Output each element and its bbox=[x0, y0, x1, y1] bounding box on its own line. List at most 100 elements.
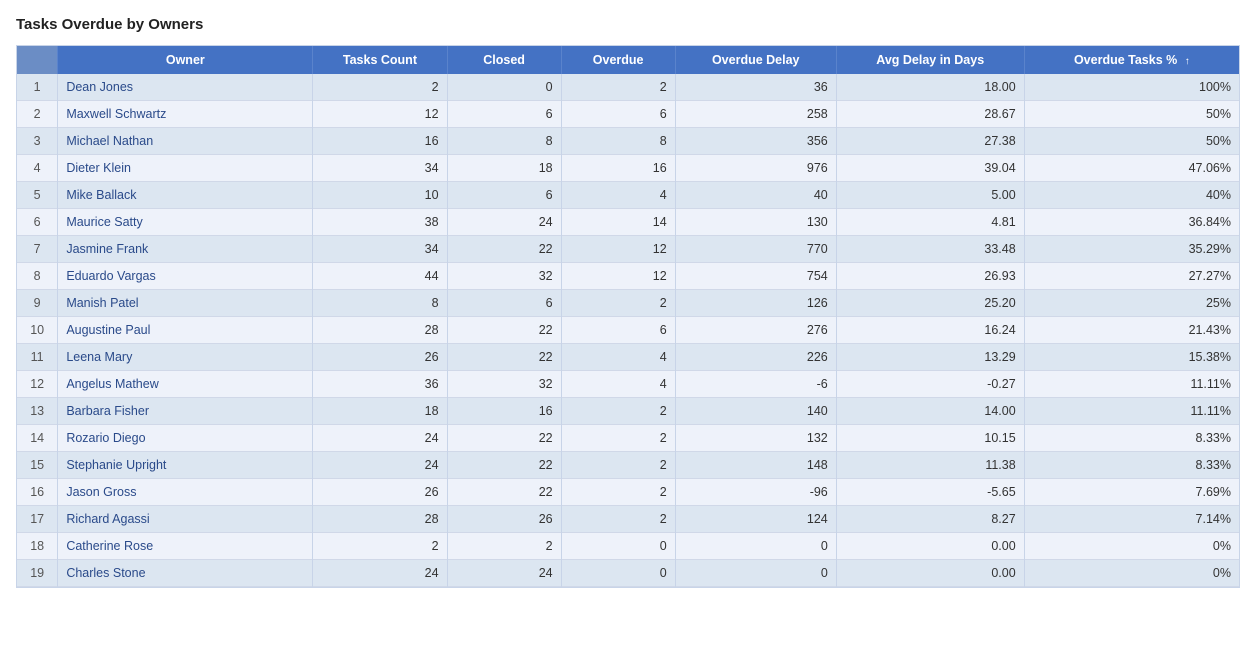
cell-closed: 32 bbox=[447, 371, 561, 398]
cell-avg-delay: 26.93 bbox=[836, 263, 1024, 290]
cell-index: 12 bbox=[17, 371, 58, 398]
cell-tasks-count: 24 bbox=[313, 425, 447, 452]
cell-closed: 6 bbox=[447, 101, 561, 128]
cell-owner: Richard Agassi bbox=[58, 506, 313, 533]
cell-overdue-delay: 258 bbox=[675, 101, 836, 128]
cell-overdue: 4 bbox=[561, 182, 675, 209]
cell-owner: Dean Jones bbox=[58, 74, 313, 101]
table-row: 1Dean Jones2023618.00100% bbox=[17, 74, 1239, 101]
cell-overdue-pct: 100% bbox=[1024, 74, 1239, 101]
table-row: 6Maurice Satty3824141304.8136.84% bbox=[17, 209, 1239, 236]
cell-overdue: 6 bbox=[561, 101, 675, 128]
cell-overdue-delay: 0 bbox=[675, 533, 836, 560]
cell-tasks-count: 8 bbox=[313, 290, 447, 317]
col-header-avg-delay[interactable]: Avg Delay in Days bbox=[836, 46, 1024, 74]
cell-closed: 22 bbox=[447, 344, 561, 371]
cell-overdue-pct: 35.29% bbox=[1024, 236, 1239, 263]
cell-tasks-count: 26 bbox=[313, 479, 447, 506]
cell-avg-delay: 33.48 bbox=[836, 236, 1024, 263]
cell-index: 4 bbox=[17, 155, 58, 182]
cell-overdue-pct: 25% bbox=[1024, 290, 1239, 317]
cell-overdue-delay: 226 bbox=[675, 344, 836, 371]
col-header-owner[interactable]: Owner bbox=[58, 46, 313, 74]
cell-tasks-count: 24 bbox=[313, 560, 447, 587]
cell-avg-delay: 27.38 bbox=[836, 128, 1024, 155]
cell-overdue: 2 bbox=[561, 290, 675, 317]
cell-overdue-pct: 7.69% bbox=[1024, 479, 1239, 506]
cell-overdue-delay: 124 bbox=[675, 506, 836, 533]
cell-index: 17 bbox=[17, 506, 58, 533]
tasks-overdue-table: Owner Tasks Count Closed Overdue Overdue… bbox=[17, 46, 1239, 587]
cell-index: 19 bbox=[17, 560, 58, 587]
cell-overdue-pct: 40% bbox=[1024, 182, 1239, 209]
cell-overdue-delay: 130 bbox=[675, 209, 836, 236]
cell-overdue: 16 bbox=[561, 155, 675, 182]
table-row: 15Stephanie Upright2422214811.388.33% bbox=[17, 452, 1239, 479]
table-row: 2Maxwell Schwartz126625828.6750% bbox=[17, 101, 1239, 128]
cell-avg-delay: 18.00 bbox=[836, 74, 1024, 101]
cell-index: 2 bbox=[17, 101, 58, 128]
cell-overdue: 2 bbox=[561, 398, 675, 425]
cell-overdue-pct: 27.27% bbox=[1024, 263, 1239, 290]
cell-owner: Maurice Satty bbox=[58, 209, 313, 236]
cell-overdue: 2 bbox=[561, 452, 675, 479]
cell-owner: Catherine Rose bbox=[58, 533, 313, 560]
cell-index: 3 bbox=[17, 128, 58, 155]
cell-owner: Manish Patel bbox=[58, 290, 313, 317]
cell-overdue-delay: 770 bbox=[675, 236, 836, 263]
cell-overdue-pct: 8.33% bbox=[1024, 425, 1239, 452]
cell-index: 16 bbox=[17, 479, 58, 506]
cell-index: 10 bbox=[17, 317, 58, 344]
cell-tasks-count: 18 bbox=[313, 398, 447, 425]
cell-avg-delay: 39.04 bbox=[836, 155, 1024, 182]
cell-tasks-count: 26 bbox=[313, 344, 447, 371]
cell-overdue: 0 bbox=[561, 560, 675, 587]
cell-overdue-pct: 11.11% bbox=[1024, 371, 1239, 398]
cell-overdue-pct: 21.43% bbox=[1024, 317, 1239, 344]
col-header-overdue[interactable]: Overdue bbox=[561, 46, 675, 74]
table-row: 8Eduardo Vargas44321275426.9327.27% bbox=[17, 263, 1239, 290]
table-row: 9Manish Patel86212625.2025% bbox=[17, 290, 1239, 317]
cell-index: 13 bbox=[17, 398, 58, 425]
table-body: 1Dean Jones2023618.00100%2Maxwell Schwar… bbox=[17, 74, 1239, 587]
cell-avg-delay: 0.00 bbox=[836, 533, 1024, 560]
cell-closed: 6 bbox=[447, 290, 561, 317]
table-row: 4Dieter Klein34181697639.0447.06% bbox=[17, 155, 1239, 182]
cell-overdue-delay: 356 bbox=[675, 128, 836, 155]
cell-index: 14 bbox=[17, 425, 58, 452]
cell-tasks-count: 28 bbox=[313, 506, 447, 533]
col-header-overdue-delay[interactable]: Overdue Delay bbox=[675, 46, 836, 74]
col-header-tasks-count[interactable]: Tasks Count bbox=[313, 46, 447, 74]
cell-closed: 22 bbox=[447, 425, 561, 452]
table-row: 12Angelus Mathew36324-6-0.2711.11% bbox=[17, 371, 1239, 398]
cell-owner: Jason Gross bbox=[58, 479, 313, 506]
cell-index: 15 bbox=[17, 452, 58, 479]
cell-index: 9 bbox=[17, 290, 58, 317]
col-header-closed[interactable]: Closed bbox=[447, 46, 561, 74]
cell-overdue: 6 bbox=[561, 317, 675, 344]
cell-owner: Stephanie Upright bbox=[58, 452, 313, 479]
cell-avg-delay: 5.00 bbox=[836, 182, 1024, 209]
cell-overdue-delay: 276 bbox=[675, 317, 836, 344]
cell-overdue: 2 bbox=[561, 479, 675, 506]
cell-closed: 26 bbox=[447, 506, 561, 533]
table-row: 14Rozario Diego2422213210.158.33% bbox=[17, 425, 1239, 452]
cell-avg-delay: -0.27 bbox=[836, 371, 1024, 398]
cell-closed: 8 bbox=[447, 128, 561, 155]
cell-avg-delay: 16.24 bbox=[836, 317, 1024, 344]
cell-avg-delay: 13.29 bbox=[836, 344, 1024, 371]
cell-tasks-count: 28 bbox=[313, 317, 447, 344]
cell-tasks-count: 2 bbox=[313, 74, 447, 101]
table-row: 11Leena Mary2622422613.2915.38% bbox=[17, 344, 1239, 371]
cell-overdue-pct: 50% bbox=[1024, 101, 1239, 128]
cell-closed: 22 bbox=[447, 317, 561, 344]
cell-index: 6 bbox=[17, 209, 58, 236]
col-header-overdue-pct[interactable]: Overdue Tasks % ↑ bbox=[1024, 46, 1239, 74]
cell-overdue-pct: 11.11% bbox=[1024, 398, 1239, 425]
cell-closed: 24 bbox=[447, 560, 561, 587]
cell-closed: 22 bbox=[447, 236, 561, 263]
cell-owner: Eduardo Vargas bbox=[58, 263, 313, 290]
cell-owner: Mike Ballack bbox=[58, 182, 313, 209]
cell-avg-delay: 14.00 bbox=[836, 398, 1024, 425]
cell-overdue-pct: 50% bbox=[1024, 128, 1239, 155]
